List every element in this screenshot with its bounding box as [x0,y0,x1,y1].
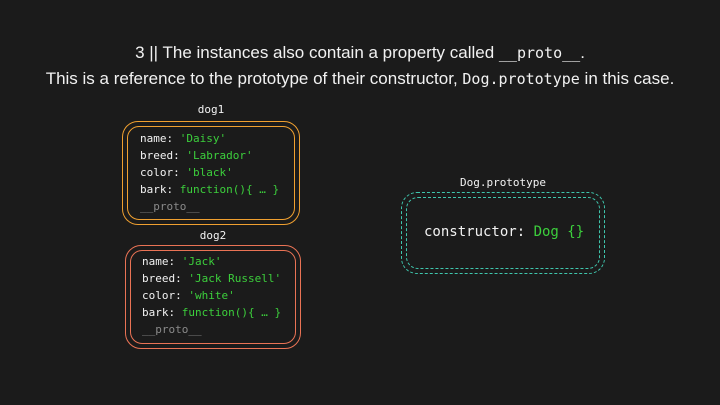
dog1-prop-bark: bark: function(){ … } [140,183,280,196]
constructor-value: Dog {} [533,224,585,240]
heading-line-2-text: This is a reference to the prototype of … [45,69,463,88]
heading-line-2: This is a reference to the prototype of … [0,66,720,92]
dog1-proto: __proto__ [140,200,200,213]
dog1-prop-breed: breed: 'Labrador' [140,149,253,162]
dog2-label: dog2 [199,229,227,242]
dog1-prop-color: color: 'black' [140,166,233,179]
prototype-label: Dog.prototype [459,176,547,189]
dog2-properties: name: 'Jack' breed: 'Jack Russell' color… [142,253,281,338]
heading-line-1-text: 3 || The instances also contain a proper… [135,43,499,62]
dog1-prop-name: name: 'Daisy' [140,132,227,145]
heading-line-2-end: in this case. [579,69,675,88]
dog2-proto: __proto__ [142,323,202,336]
dog2-prop-breed: breed: 'Jack Russell' [142,272,282,285]
dog2-prop-bark: bark: function(){ … } [142,306,282,319]
dog2-prop-color: color: 'white' [142,289,235,302]
dog2-prop-name: name: 'Jack' [142,255,222,268]
heading-line-1: 3 || The instances also contain a proper… [0,40,720,66]
constructor-key: constructor: [424,224,534,240]
heading-line-1-end: . [580,43,585,62]
heading-proto-code: __proto__ [498,44,581,62]
dog1-label: dog1 [197,103,225,116]
slide-heading: 3 || The instances also contain a proper… [0,40,720,92]
heading-prototype-code: Dog.prototype [462,70,580,88]
prototype-constructor: constructor: Dog {} [424,224,584,240]
dog1-properties: name: 'Daisy' breed: 'Labrador' color: '… [140,130,279,215]
